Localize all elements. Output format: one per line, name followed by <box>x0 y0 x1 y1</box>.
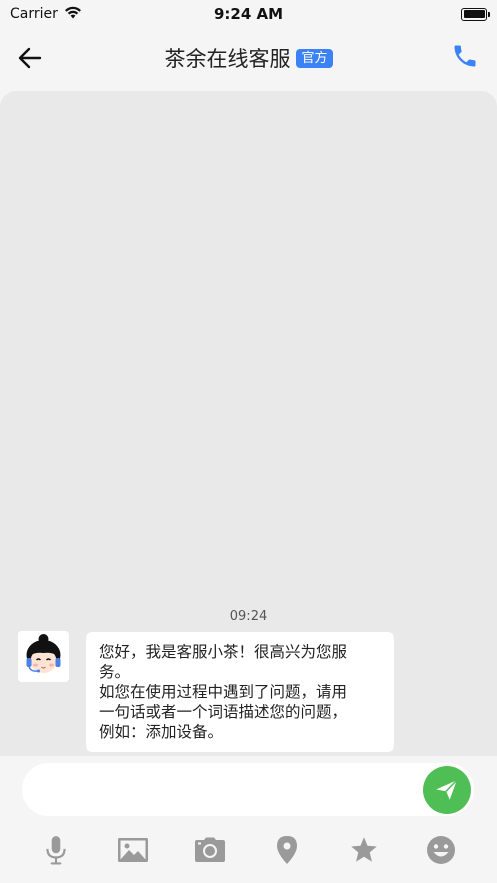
star-icon <box>350 837 377 862</box>
message-input[interactable] <box>40 763 420 816</box>
chat-area[interactable]: 09:24 您好，我是客服小茶！很高兴为您服 务。 如您在使用过程中遇到了问题，… <box>0 91 497 756</box>
phone-icon <box>454 45 476 67</box>
location-icon <box>276 836 297 864</box>
call-button[interactable] <box>451 42 481 72</box>
message-line: 如您在使用过程中遇到了问题，请用 <box>99 683 348 701</box>
image-icon <box>118 838 149 862</box>
camera-icon <box>195 837 226 862</box>
status-bar: Carrier 9:24 AM <box>0 0 497 28</box>
location-button[interactable] <box>270 833 304 867</box>
back-button[interactable] <box>18 44 50 72</box>
emoji-button[interactable] <box>424 833 458 867</box>
camera-button[interactable] <box>193 833 227 867</box>
message-line: 务。 <box>99 663 131 681</box>
status-time: 9:24 AM <box>213 5 284 23</box>
battery-icon <box>461 7 490 21</box>
emoji-icon <box>426 836 455 864</box>
official-badge: 官方 <box>296 48 333 68</box>
app-screen: Carrier 9:24 AM 茶余在线客服 官方 09:24 您好，我是客服小… <box>0 0 497 883</box>
service-avatar[interactable] <box>18 631 69 682</box>
send-icon <box>436 779 458 800</box>
favorite-button[interactable] <box>347 833 381 867</box>
voice-button[interactable] <box>39 833 73 867</box>
input-toolbar <box>0 828 497 872</box>
title-group: 茶余在线客服 官方 <box>164 43 333 73</box>
microphone-icon <box>46 836 67 865</box>
arrow-left-icon <box>18 47 42 69</box>
send-button[interactable] <box>423 766 471 814</box>
photo-button[interactable] <box>116 833 150 867</box>
chat-header: 茶余在线客服 官方 <box>0 28 497 88</box>
message-line: 例如：添加设备。 <box>99 723 224 741</box>
message-bubble[interactable]: 您好，我是客服小茶！很高兴为您服 务。 如您在使用过程中遇到了问题，请用 一句话… <box>86 632 394 752</box>
composer <box>22 763 474 816</box>
message-line: 一句话或者一个词语描述您的问题， <box>99 703 348 721</box>
page-title: 茶余在线客服 <box>164 47 291 71</box>
agent-avatar-icon <box>18 631 69 682</box>
message-line: 您好，我是客服小茶！很高兴为您服 <box>99 643 348 661</box>
message-timestamp: 09:24 <box>229 609 268 624</box>
